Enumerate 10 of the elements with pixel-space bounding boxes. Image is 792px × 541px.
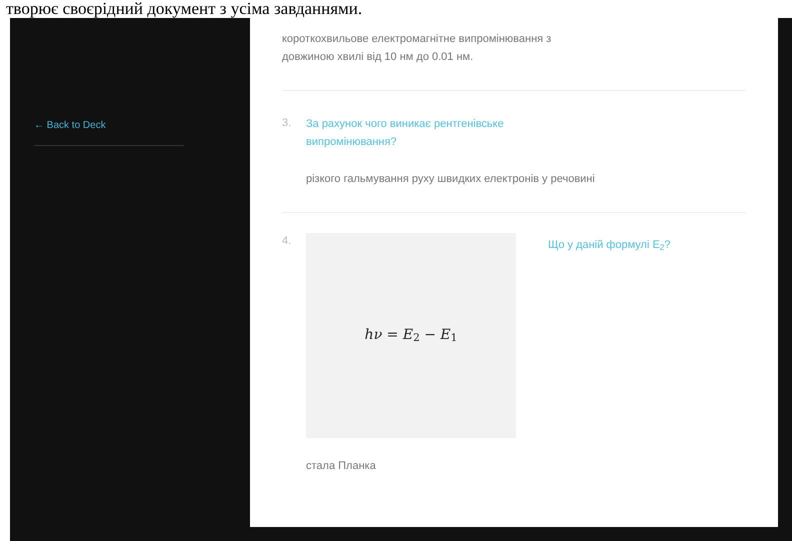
answer-text: короткохвильове електромагнітне випромінювання з довжиною хвилі від 10 нм до 0.01 нм. <box>282 32 552 65</box>
question-text: За рахунок чого виникає рентгенівське випромінювання? <box>306 117 505 150</box>
document-text: творює своєрідний документ з усіма завданнями. <box>6 0 362 18</box>
question-number: 3. <box>282 116 292 131</box>
answer-text: стала Планка <box>306 458 377 474</box>
question-text: Що у даній формулі E$_{2}$? <box>548 238 671 254</box>
question-number: 4. <box>282 234 292 248</box>
back-link[interactable]: ← Back to Deck <box>34 118 184 146</box>
answer-text: різкого гальмування руху швидких електронів у речовині <box>306 172 596 187</box>
formula-text: hν = E$_{2}$ − E$_{1}$ <box>364 326 458 346</box>
